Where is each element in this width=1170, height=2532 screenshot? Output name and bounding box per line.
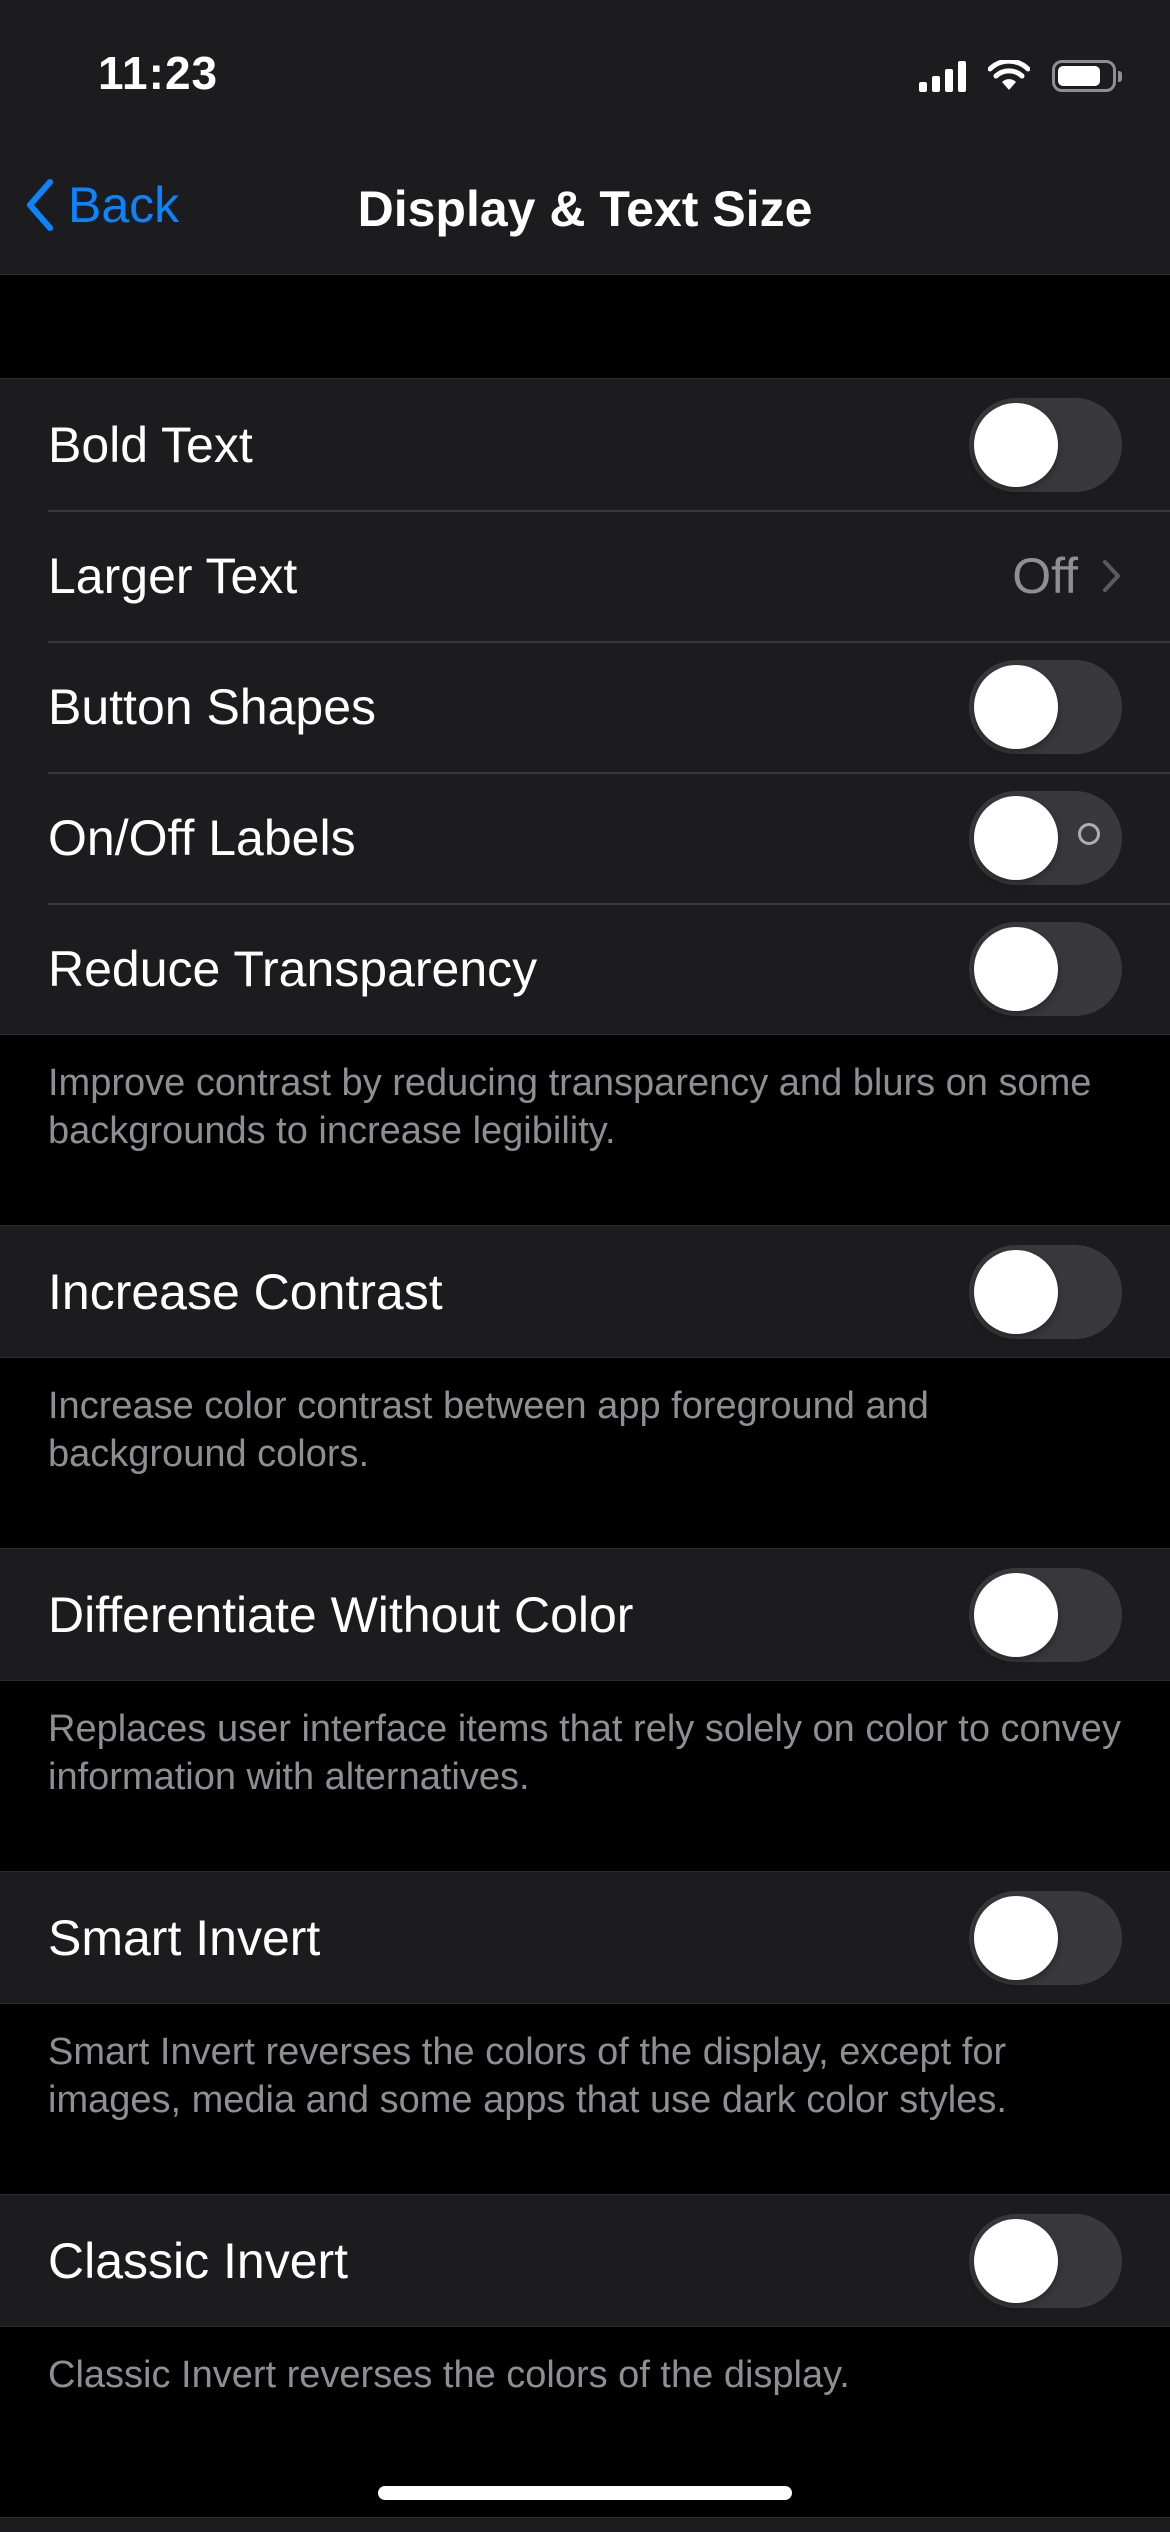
row-bold-text: Bold Text — [0, 379, 1170, 510]
toggle-knob — [974, 2218, 1058, 2303]
settings-group: Increase Contrast — [0, 1225, 1170, 1358]
toggle-on-off-labels[interactable] — [969, 790, 1122, 885]
section-footer: Increase color contrast between app fore… — [48, 1385, 929, 1475]
chevron-right-icon — [1103, 559, 1120, 592]
toggle-knob — [974, 664, 1058, 749]
row-reduce-transparency: Reduce Transparency — [0, 903, 1170, 1034]
toggle-differentiate-without-color[interactable] — [969, 1567, 1122, 1662]
row-label: Differentiate Without Color — [48, 1586, 634, 1643]
toggle-bold-text[interactable] — [969, 397, 1122, 492]
settings-screen: 11:23 Back Display & Text Size Bold Text… — [0, 0, 1170, 2532]
toggle-button-shapes[interactable] — [969, 659, 1122, 754]
status-time: 11:23 — [98, 47, 219, 99]
toggle-reduce-transparency[interactable] — [969, 921, 1122, 1016]
toggle-smart-invert[interactable] — [969, 1890, 1122, 1985]
row-on-off-labels: On/Off Labels — [0, 772, 1170, 903]
settings-group: Differentiate Without Color — [0, 1548, 1170, 1681]
toggle-classic-invert[interactable] — [969, 2213, 1122, 2308]
section-footer: Smart Invert reverses the colors of the … — [48, 2031, 1007, 2121]
row-differentiate-without-color: Differentiate Without Color — [0, 1549, 1170, 1680]
row-button-shapes: Button Shapes — [0, 641, 1170, 772]
row-label: Increase Contrast — [48, 1263, 443, 1320]
section-footer: Replaces user interface items that rely … — [48, 1708, 1121, 1798]
toggle-knob — [974, 402, 1058, 487]
settings-group: Color FiltersOff — [0, 2517, 1170, 2532]
toggle-knob — [974, 795, 1058, 880]
toggle-knob — [974, 1249, 1058, 1334]
row-smart-invert: Smart Invert — [0, 1872, 1170, 2003]
row-classic-invert: Classic Invert — [0, 2195, 1170, 2326]
row-color-filters[interactable]: Color FiltersOff — [0, 2518, 1170, 2532]
settings-list: Bold Text Larger Text Off Button Shapes On/O… — [0, 275, 1170, 2532]
settings-group: Classic Invert — [0, 2194, 1170, 2327]
row-increase-contrast: Increase Contrast — [0, 1226, 1170, 1357]
row-label: On/Off Labels — [48, 809, 356, 866]
row-label: Smart Invert — [48, 1909, 321, 1966]
row-label: Button Shapes — [48, 678, 377, 735]
navigation-bar: Back Display & Text Size — [0, 160, 1170, 256]
top-bar: 11:23 Back Display & Text Size — [0, 0, 1170, 275]
section-footer: Improve contrast by reducing transparenc… — [48, 1062, 1092, 1152]
settings-group: Smart Invert — [0, 1871, 1170, 2004]
row-label: Classic Invert — [48, 2232, 349, 2289]
row-label: Larger Text — [48, 547, 298, 604]
wifi-icon — [988, 60, 1030, 90]
row-label: Bold Text — [48, 416, 253, 473]
toggle-knob — [974, 1572, 1058, 1657]
row-larger-text[interactable]: Larger Text Off — [0, 510, 1170, 641]
cellular-signal-icon — [919, 60, 966, 92]
settings-group: Bold Text Larger Text Off Button Shapes On/O… — [0, 378, 1170, 1035]
page-title: Display & Text Size — [357, 181, 813, 237]
row-value: Off — [1012, 547, 1122, 605]
row-label: Reduce Transparency — [48, 940, 538, 997]
toggle-increase-contrast[interactable] — [969, 1244, 1122, 1339]
toggle-knob — [974, 926, 1058, 1011]
off-ring-icon — [1078, 822, 1100, 845]
status-icons — [919, 56, 1122, 96]
toggle-knob — [974, 1895, 1058, 1980]
battery-icon — [1052, 60, 1122, 92]
home-indicator[interactable] — [378, 2486, 792, 2500]
row-value-text: Off — [1012, 547, 1078, 604]
battery-level — [1058, 66, 1100, 86]
